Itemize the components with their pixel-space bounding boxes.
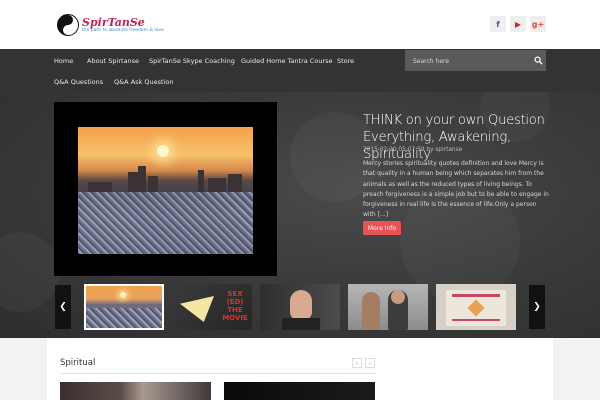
slider-thumbnail[interactable] xyxy=(260,284,340,330)
slider-thumbnail[interactable] xyxy=(348,284,428,330)
post-author[interactable]: spirtanse xyxy=(435,147,462,153)
yin-yang-icon xyxy=(57,14,79,36)
search-box xyxy=(405,50,546,71)
nav-item-about[interactable]: About Spirtanse xyxy=(87,57,139,65)
chevron-left-icon: ‹ xyxy=(355,359,359,367)
logo-name: SpirTanSe xyxy=(82,15,145,29)
nav-item-skype-coaching[interactable]: SpirTanSe Skype Coaching xyxy=(149,57,235,65)
section-divider xyxy=(60,373,377,374)
logo-tagline: the path to absolute freedom & love xyxy=(82,27,164,33)
nav-item-qa-questions[interactable]: Q&A Questions xyxy=(54,78,103,86)
section-prev-button[interactable]: ‹ xyxy=(352,358,362,368)
slider-next-button[interactable]: ❯ xyxy=(529,285,545,329)
slider-thumbnail[interactable] xyxy=(84,284,164,330)
featured-image xyxy=(78,127,253,254)
youtube-icon[interactable]: ▶ xyxy=(510,16,526,32)
section-title-spiritual: Spiritual xyxy=(60,358,96,368)
chevron-left-icon: ❮ xyxy=(59,302,67,312)
site-logo[interactable]: SpirTanSe the path to absolute freedom &… xyxy=(57,12,177,38)
facebook-icon[interactable]: f xyxy=(490,16,506,32)
main-nav: Home About Spirtanse SpirTanSe Skype Coa… xyxy=(0,49,600,92)
by-label: by xyxy=(426,147,434,153)
search-icon[interactable] xyxy=(534,56,543,65)
featured-excerpt: Mercy stories spirituality quotes defini… xyxy=(363,160,549,219)
nav-item-store[interactable]: Store xyxy=(337,57,354,65)
featured-image-frame[interactable] xyxy=(54,102,277,276)
slider-thumbnail[interactable] xyxy=(436,284,516,330)
thumbnail-text: SEX (ED) THE MOVIE xyxy=(222,290,248,322)
chevron-right-icon: › xyxy=(368,359,372,367)
slider-prev-button[interactable]: ❮ xyxy=(55,285,71,329)
slider-thumbnail[interactable]: SEX (ED) THE MOVIE xyxy=(172,284,252,330)
google-plus-icon[interactable]: g+ xyxy=(530,16,546,32)
search-input[interactable] xyxy=(413,56,523,66)
chevron-right-icon: ❯ xyxy=(533,302,541,312)
post-date: 2015-02-20 05:07:59 xyxy=(363,147,425,153)
post-thumbnail[interactable] xyxy=(60,382,211,400)
nav-item-qa-ask[interactable]: Q&A Ask Question xyxy=(114,78,173,86)
site-header: SpirTanSe the path to absolute freedom &… xyxy=(0,0,600,49)
section-next-button[interactable]: › xyxy=(365,358,375,368)
nav-item-tantra-course[interactable]: Guided Home Tantra Course xyxy=(241,57,333,65)
post-thumbnail[interactable] xyxy=(224,382,375,400)
featured-meta: 2015-02-20 05:07:59 by spirtanse xyxy=(363,147,462,153)
nav-item-home[interactable]: Home xyxy=(54,57,73,65)
featured-title[interactable]: THINK on your own Question Everything, A… xyxy=(363,112,553,163)
more-info-button[interactable]: More Info xyxy=(363,221,401,235)
